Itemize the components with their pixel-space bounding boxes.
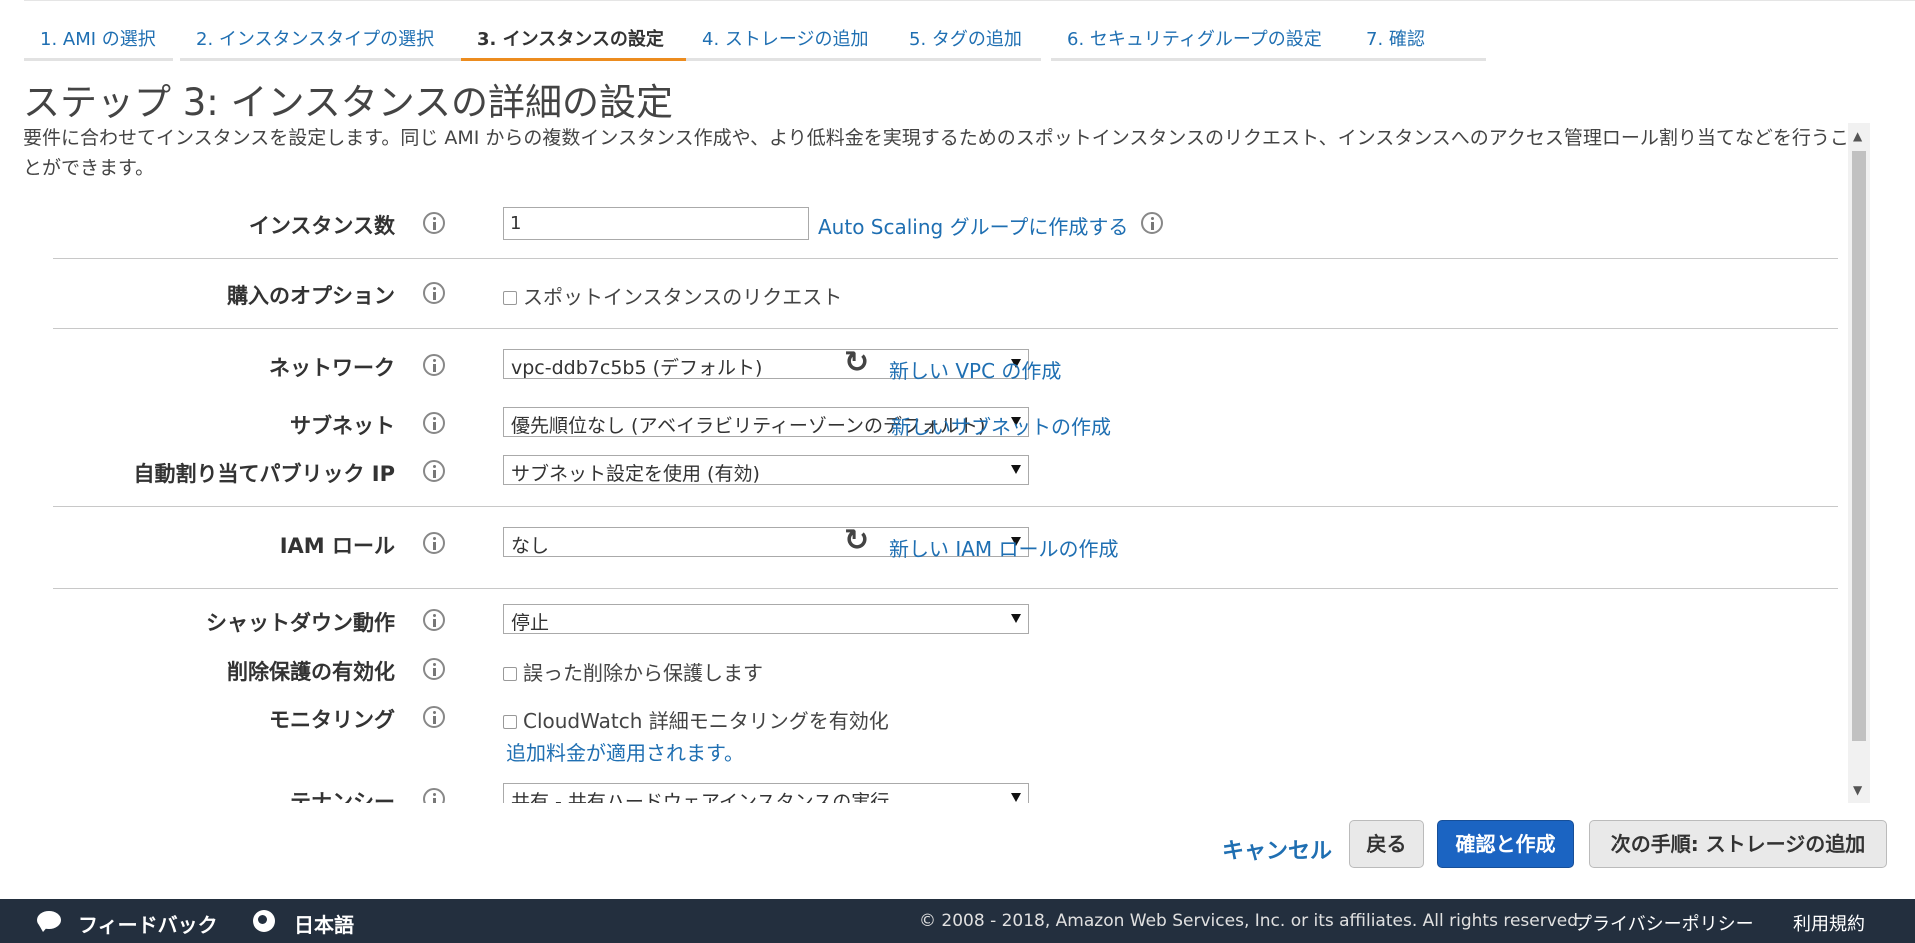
purchase-option-label: 購入のオプション: [227, 284, 395, 308]
shutdown-label: シャットダウン動作: [206, 611, 395, 635]
row-subnet: サブネット 優先順位なし (アベイラビリティーゾーンのデフォルト) 新しいサブネ…: [23, 403, 1840, 443]
globe-icon: [253, 910, 275, 932]
refresh-icon[interactable]: ↻: [844, 348, 874, 378]
page-description: 要件に合わせてインスタンスを設定します。同じ AMI からの複数インスタンス作成…: [23, 127, 1849, 179]
tab-add-tags[interactable]: 5. タグの追加: [893, 25, 1041, 61]
termination-protection-checkbox[interactable]: [503, 667, 517, 681]
language-selector[interactable]: 日本語: [294, 909, 354, 938]
row-purchase-option: 購入のオプション スポットインスタンスのリクエスト: [23, 273, 1840, 313]
back-button[interactable]: 戻る: [1349, 820, 1424, 868]
instance-count-label: インスタンス数: [248, 214, 395, 238]
divider: [53, 258, 1838, 259]
termination-protection-checkbox-label: 誤った削除から保護します: [523, 661, 763, 685]
info-icon[interactable]: [423, 788, 445, 803]
page-title: ステップ 3: インスタンスの詳細の設定: [23, 81, 674, 124]
footer-bar: フィードバック 日本語 © 2008 - 2018, Amazon Web Se…: [0, 899, 1915, 943]
info-icon[interactable]: [423, 609, 445, 631]
divider: [53, 588, 1838, 589]
row-network: ネットワーク vpc-ddb7c5b5 (デフォルト) ↻ 新しい VPC の作…: [23, 345, 1840, 385]
info-icon[interactable]: [423, 412, 445, 434]
row-iam-role: IAM ロール なし ↻ 新しい IAM ロールの作成: [23, 523, 1840, 563]
form-panel[interactable]: 要件に合わせてインスタンスを設定します。同じ AMI からの複数インスタンス作成…: [23, 123, 1870, 803]
row-instance-count: インスタンス数 Auto Scaling グループに作成する: [23, 203, 1840, 243]
row-public-ip: 自動割り当てパブリック IP サブネット設定を使用 (有効): [23, 451, 1840, 491]
wizard-tabs: 1. AMI の選択 2. インスタンスタイプの選択 3. インスタンスの設定 …: [24, 0, 1915, 63]
subnet-label: サブネット: [290, 414, 395, 438]
divider: [53, 328, 1838, 329]
public-ip-select[interactable]: サブネット設定を使用 (有効): [503, 455, 1029, 485]
row-shutdown-behavior: シャットダウン動作 停止: [23, 600, 1840, 640]
row-termination-protection: 削除保護の有効化 誤った削除から保護します: [23, 649, 1840, 689]
scrollbar-thumb[interactable]: [1852, 151, 1866, 741]
scroll-up-icon[interactable]: ▲: [1853, 129, 1862, 143]
feedback-icon: [37, 911, 61, 932]
spot-instance-checkbox[interactable]: [503, 291, 517, 305]
privacy-policy-link[interactable]: プライバシーポリシー: [1574, 910, 1754, 936]
cancel-link[interactable]: キャンセル: [1222, 833, 1332, 865]
iam-role-label: IAM ロール: [279, 534, 395, 558]
network-label: ネットワーク: [269, 356, 395, 380]
scrollbar[interactable]: ▲ ▼: [1848, 123, 1870, 803]
auto-scaling-link[interactable]: Auto Scaling グループに作成する: [818, 211, 1128, 240]
tab-configure-security-group[interactable]: 6. セキュリティグループの設定: [1051, 25, 1362, 61]
review-and-launch-button[interactable]: 確認と作成: [1437, 820, 1574, 868]
monitoring-checkbox-label: CloudWatch 詳細モニタリングを有効化: [523, 709, 889, 733]
shutdown-select[interactable]: 停止: [503, 604, 1029, 634]
info-icon[interactable]: [423, 282, 445, 304]
tab-choose-instance-type[interactable]: 2. インスタンスタイプの選択: [180, 25, 468, 61]
tenancy-select[interactable]: 共有 - 共有ハードウェアインスタンスの実行: [503, 783, 1029, 803]
chevron-down-icon: [1011, 465, 1021, 474]
copyright-text: © 2008 - 2018, Amazon Web Services, Inc.…: [919, 911, 1584, 931]
chevron-down-icon: [1011, 614, 1021, 623]
public-ip-label: 自動割り当てパブリック IP: [133, 462, 395, 486]
info-icon[interactable]: [423, 212, 445, 234]
info-icon[interactable]: [423, 658, 445, 680]
divider: [53, 506, 1838, 507]
row-monitoring: モニタリング CloudWatch 詳細モニタリングを有効化 追加料金が適用され…: [23, 697, 1840, 765]
tab-choose-ami[interactable]: 1. AMI の選択: [24, 25, 173, 61]
spot-instance-checkbox-label: スポットインスタンスのリクエスト: [523, 285, 843, 309]
tab-configure-instance[interactable]: 3. インスタンスの設定: [461, 25, 696, 61]
instance-count-input[interactable]: [503, 207, 809, 240]
chevron-down-icon: [1011, 793, 1021, 802]
monitoring-label: モニタリング: [269, 708, 395, 732]
terms-of-use-link[interactable]: 利用規約: [1793, 910, 1865, 936]
tab-review[interactable]: 7. 確認: [1350, 25, 1486, 61]
row-tenancy: テナンシー 共有 - 共有ハードウェアインスタンスの実行: [23, 779, 1840, 803]
refresh-icon[interactable]: ↻: [844, 526, 874, 556]
create-iam-role-link[interactable]: 新しい IAM ロールの作成: [889, 533, 1119, 562]
additional-charges-link[interactable]: 追加料金が適用されます。: [506, 737, 744, 766]
next-add-storage-button[interactable]: 次の手順: ストレージの追加: [1589, 820, 1887, 868]
scroll-down-icon[interactable]: ▼: [1853, 783, 1862, 797]
info-icon[interactable]: [1141, 212, 1163, 234]
create-vpc-link[interactable]: 新しい VPC の作成: [889, 355, 1061, 384]
info-icon[interactable]: [423, 354, 445, 376]
monitoring-checkbox[interactable]: [503, 715, 517, 729]
info-icon[interactable]: [423, 532, 445, 554]
create-subnet-link[interactable]: 新しいサブネットの作成: [891, 411, 1111, 440]
termination-protection-label: 削除保護の有効化: [227, 660, 395, 684]
info-icon[interactable]: [423, 460, 445, 482]
feedback-link[interactable]: フィードバック: [78, 909, 218, 938]
tenancy-label: テナンシー: [290, 790, 395, 803]
info-icon[interactable]: [423, 706, 445, 728]
tab-add-storage[interactable]: 4. ストレージの追加: [686, 25, 903, 61]
